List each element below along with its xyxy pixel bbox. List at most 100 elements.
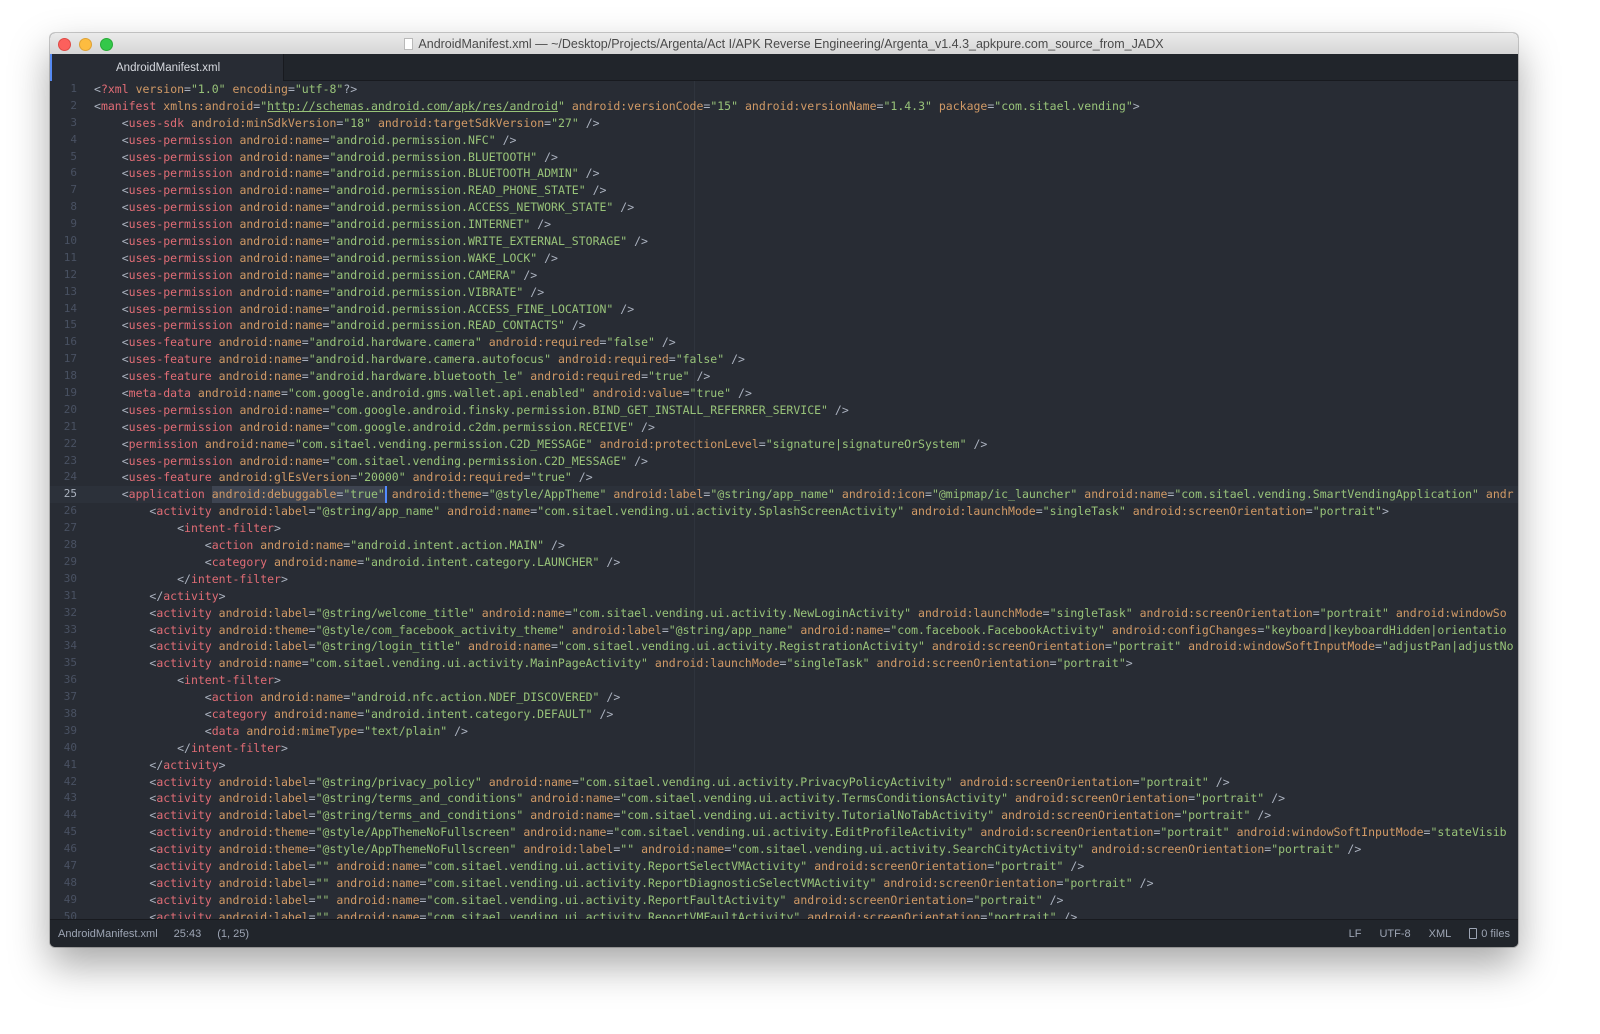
line-number[interactable]: 48: [50, 875, 94, 892]
close-window-button[interactable]: [58, 38, 71, 51]
line-number[interactable]: 9: [50, 216, 94, 233]
code-line[interactable]: <uses-permission android:name="android.p…: [94, 284, 1518, 301]
code-line[interactable]: <action android:name="android.intent.act…: [94, 537, 1518, 554]
line-number[interactable]: 28: [50, 537, 94, 554]
line-number[interactable]: 41: [50, 757, 94, 774]
code-line[interactable]: <activity android:label="@string/terms_a…: [94, 790, 1518, 807]
line-number[interactable]: 39: [50, 723, 94, 740]
status-line-ending[interactable]: LF: [1349, 928, 1362, 940]
code-line[interactable]: <uses-sdk android:minSdkVersion="18" and…: [94, 115, 1518, 132]
code-line[interactable]: <permission android:name="com.sitael.ven…: [94, 436, 1518, 453]
line-number[interactable]: 3: [50, 115, 94, 132]
code-line[interactable]: <uses-permission android:name="android.p…: [94, 233, 1518, 250]
line-number[interactable]: 22: [50, 436, 94, 453]
line-number[interactable]: 14: [50, 301, 94, 318]
line-number[interactable]: 2: [50, 98, 94, 115]
line-number[interactable]: 44: [50, 807, 94, 824]
line-number[interactable]: 37: [50, 689, 94, 706]
line-number[interactable]: 50: [50, 909, 94, 919]
line-number[interactable]: 12: [50, 267, 94, 284]
line-number[interactable]: 38: [50, 706, 94, 723]
code-line[interactable]: <uses-feature android:name="android.hard…: [94, 351, 1518, 368]
line-number[interactable]: 6: [50, 165, 94, 182]
line-number[interactable]: 45: [50, 824, 94, 841]
line-number[interactable]: 42: [50, 774, 94, 791]
code-line[interactable]: <intent-filter>: [94, 672, 1518, 689]
code-line[interactable]: <activity android:theme="@style/AppTheme…: [94, 824, 1518, 841]
code-line[interactable]: <application android:debuggable = "true" a…: [94, 486, 1518, 504]
line-number[interactable]: 40: [50, 740, 94, 757]
code-line[interactable]: <uses-permission android:name="android.p…: [94, 165, 1518, 182]
line-number-gutter[interactable]: 1 2 3 4 5 6 7 8 9 10 11 12 13 14 15 16 17 18 19 20 21 22 23 24 2…: [50, 81, 94, 919]
line-number[interactable]: 32: [50, 605, 94, 622]
code-line[interactable]: <uses-permission android:name="com.sitae…: [94, 453, 1518, 470]
code-line[interactable]: <activity android:label="@string/welcome…: [94, 605, 1518, 622]
code-line[interactable]: <uses-permission android:name="android.p…: [94, 267, 1518, 284]
code-line[interactable]: <category android:name="android.intent.c…: [94, 706, 1518, 723]
status-encoding[interactable]: UTF-8: [1379, 928, 1410, 940]
code-line[interactable]: </activity>: [94, 757, 1518, 774]
line-number[interactable]: 26: [50, 503, 94, 520]
line-number[interactable]: 30: [50, 571, 94, 588]
code-line[interactable]: <uses-feature android:name="android.hard…: [94, 334, 1518, 351]
line-number[interactable]: 1: [50, 81, 94, 98]
line-number[interactable]: 27: [50, 520, 94, 537]
code-line[interactable]: <activity android:label="@string/terms_a…: [94, 807, 1518, 824]
line-number[interactable]: 15: [50, 317, 94, 334]
code-line[interactable]: <uses-feature android:name="android.hard…: [94, 368, 1518, 385]
status-file-name[interactable]: AndroidManifest.xml: [58, 928, 158, 940]
code-line[interactable]: </intent-filter>: [94, 740, 1518, 757]
line-number[interactable]: 46: [50, 841, 94, 858]
code-line[interactable]: <activity android:label="" android:name=…: [94, 909, 1518, 919]
code-line[interactable]: <activity android:label="" android:name=…: [94, 858, 1518, 875]
code-line[interactable]: <uses-permission android:name="android.p…: [94, 182, 1518, 199]
line-number[interactable]: 19: [50, 385, 94, 402]
line-number[interactable]: 20: [50, 402, 94, 419]
line-number[interactable]: 5: [50, 149, 94, 166]
code-line[interactable]: <activity android:label="@string/login_t…: [94, 638, 1518, 655]
zoom-window-button[interactable]: [100, 38, 113, 51]
line-number[interactable]: 47: [50, 858, 94, 875]
line-number[interactable]: 13: [50, 284, 94, 301]
line-number[interactable]: 29: [50, 554, 94, 571]
code-line[interactable]: <uses-permission android:name="android.p…: [94, 199, 1518, 216]
code-line[interactable]: <meta-data android:name="com.google.andr…: [94, 385, 1518, 402]
line-number[interactable]: 11: [50, 250, 94, 267]
code-line[interactable]: <uses-permission android:name="android.p…: [94, 132, 1518, 149]
code-line[interactable]: <uses-permission android:name="com.googl…: [94, 402, 1518, 419]
line-number[interactable]: 36: [50, 672, 94, 689]
line-number[interactable]: 35: [50, 655, 94, 672]
line-number[interactable]: 43: [50, 790, 94, 807]
code-line[interactable]: <category android:name="android.intent.c…: [94, 554, 1518, 571]
code-line[interactable]: <uses-feature android:glEsVersion="20000…: [94, 469, 1518, 486]
code-line[interactable]: <activity android:label="" android:name=…: [94, 892, 1518, 909]
line-number[interactable]: 25: [50, 486, 94, 504]
line-number[interactable]: 8: [50, 199, 94, 216]
tab-androidmanifest[interactable]: AndroidManifest.xml: [50, 54, 284, 81]
code-lines[interactable]: <?xml version="1.0" encoding="utf-8"?> <m…: [94, 81, 1518, 919]
code-line[interactable]: <intent-filter>: [94, 520, 1518, 537]
code-line[interactable]: <uses-permission android:name="android.p…: [94, 250, 1518, 267]
status-git-files[interactable]: 0 files: [1469, 928, 1510, 940]
line-number[interactable]: 16: [50, 334, 94, 351]
code-line[interactable]: <activity android:label="" android:name=…: [94, 875, 1518, 892]
code-line[interactable]: </intent-filter>: [94, 571, 1518, 588]
code-line[interactable]: <activity android:label="@string/app_nam…: [94, 503, 1518, 520]
status-cursor-position[interactable]: 25:43: [174, 928, 202, 940]
line-number[interactable]: 21: [50, 419, 94, 436]
code-line[interactable]: </activity>: [94, 588, 1518, 605]
line-number[interactable]: 34: [50, 638, 94, 655]
code-line[interactable]: <manifest xmlns:android="http://schemas.…: [94, 98, 1518, 115]
status-grammar[interactable]: XML: [1429, 928, 1452, 940]
line-number[interactable]: 24: [50, 469, 94, 486]
code-line[interactable]: <data android:mimeType="text/plain" />: [94, 723, 1518, 740]
minimize-window-button[interactable]: [79, 38, 92, 51]
code-line[interactable]: <uses-permission android:name="android.p…: [94, 216, 1518, 233]
code-line[interactable]: <uses-permission android:name="android.p…: [94, 317, 1518, 334]
code-line[interactable]: <activity android:theme="@style/AppTheme…: [94, 841, 1518, 858]
line-number[interactable]: 31: [50, 588, 94, 605]
line-number[interactable]: 10: [50, 233, 94, 250]
code-line[interactable]: <uses-permission android:name="android.p…: [94, 301, 1518, 318]
code-line[interactable]: <uses-permission android:name="com.googl…: [94, 419, 1518, 436]
code-line[interactable]: <uses-permission android:name="android.p…: [94, 149, 1518, 166]
